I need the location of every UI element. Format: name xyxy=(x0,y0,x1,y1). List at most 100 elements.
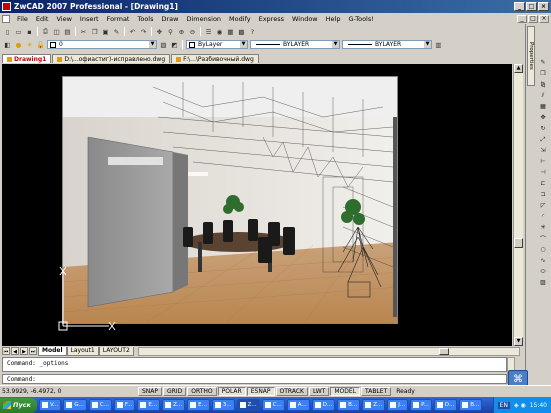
offset-icon[interactable]: ⫽ xyxy=(538,91,548,100)
doc-tab-razbivochny[interactable]: F:\...\Разбивочный.dwg xyxy=(171,54,259,63)
undo-icon[interactable]: ↶ xyxy=(128,27,137,36)
explode-icon[interactable]: ✳ xyxy=(538,223,548,232)
zoom-window-icon[interactable]: ⊕ xyxy=(177,27,186,36)
taskbar-item[interactable]: B... xyxy=(337,399,361,411)
plot-style-icon[interactable]: ▥ xyxy=(434,40,443,49)
prev-tab-icon[interactable]: ◀ xyxy=(11,347,19,355)
model-toggle[interactable]: MODEL xyxy=(330,386,361,396)
scroll-down-icon[interactable]: ▼ xyxy=(514,337,523,346)
taskbar-item[interactable]: D... xyxy=(433,399,458,411)
tray-icons[interactable]: ◈ ◉ xyxy=(514,402,526,409)
menu-view[interactable]: View xyxy=(52,15,75,23)
taskbar-item[interactable]: V... xyxy=(38,399,62,411)
first-tab-icon[interactable]: ⏮ xyxy=(2,347,10,355)
menu-express[interactable]: Express xyxy=(255,15,288,23)
match-properties-icon[interactable]: ✎ xyxy=(112,27,121,36)
taskbar-item[interactable]: B... xyxy=(459,399,483,411)
arc-icon[interactable]: ⌒ xyxy=(538,234,548,243)
taskbar-item[interactable]: F... xyxy=(113,399,136,411)
calculator-icon[interactable]: ▩ xyxy=(237,27,246,36)
properties-icon[interactable]: ☰ xyxy=(204,27,213,36)
start-button[interactable]: Пуск xyxy=(0,397,37,413)
vertical-scroll-thumb[interactable] xyxy=(514,238,523,248)
paste-icon[interactable]: ▣ xyxy=(101,27,110,36)
menu-help[interactable]: Help xyxy=(322,15,345,23)
menu-modify[interactable]: Modify xyxy=(225,15,255,23)
taskbar-item[interactable]: E... xyxy=(137,399,161,411)
properties-panel-tab[interactable]: Properties xyxy=(527,26,535,86)
lineweight-select[interactable]: BYLAYER ▼ xyxy=(342,40,432,49)
scroll-up-icon[interactable]: ▲ xyxy=(514,64,523,73)
vertical-scrollbar[interactable]: ▲ ▼ xyxy=(513,64,523,346)
taskbar-item[interactable]: P... xyxy=(410,399,432,411)
document-icon[interactable] xyxy=(2,14,10,23)
help-icon[interactable]: ? xyxy=(248,27,257,36)
extend-icon[interactable]: ⊣ xyxy=(538,168,548,177)
otrack-toggle[interactable]: OTRACK xyxy=(275,386,308,396)
app-icon[interactable] xyxy=(2,2,11,11)
menu-insert[interactable]: Insert xyxy=(76,15,103,23)
save-icon[interactable]: ▪ xyxy=(25,27,34,36)
break-icon[interactable]: ⊏ xyxy=(538,179,548,188)
ortho-toggle[interactable]: ORTHO xyxy=(187,386,217,396)
move-icon[interactable]: ✥ xyxy=(538,113,548,122)
doc-close-button[interactable]: × xyxy=(539,14,549,23)
make-current-layer-icon[interactable]: ▨ xyxy=(159,40,168,49)
copy-object-icon[interactable]: ❐ xyxy=(538,69,548,78)
model-space-canvas[interactable] xyxy=(2,64,512,346)
stretch-icon[interactable]: ⇲ xyxy=(538,146,548,155)
menu-edit[interactable]: Edit xyxy=(32,15,53,23)
last-tab-icon[interactable]: ⏭ xyxy=(29,347,37,355)
grid-toggle[interactable]: GRID xyxy=(163,386,187,396)
hatch-icon[interactable]: ▨ xyxy=(538,278,548,287)
taskbar-item[interactable]: C... xyxy=(88,399,112,411)
layer-lock-icon[interactable]: 🔓 xyxy=(36,40,45,49)
clock[interactable]: 15:40 xyxy=(530,402,547,409)
zoom-realtime-icon[interactable]: ⚲ xyxy=(166,27,175,36)
join-icon[interactable]: ⊐ xyxy=(538,190,548,199)
scale-icon[interactable]: ⤢ xyxy=(538,135,548,144)
layer-select[interactable]: 0 ▼ xyxy=(47,40,157,49)
menu-format[interactable]: Format xyxy=(103,15,134,23)
doc-tab-office[interactable]: D:\...офиастиг)-исправлено.dwg xyxy=(52,54,171,63)
coordinate-readout[interactable]: 53.9929, -6.4972, 0 xyxy=(0,388,138,395)
snap-toggle[interactable]: SNAP xyxy=(138,386,163,396)
design-center-icon[interactable]: ◉ xyxy=(215,27,224,36)
polar-toggle[interactable]: POLAR xyxy=(217,386,246,396)
doc-minimize-button[interactable]: _ xyxy=(517,14,527,23)
esnap-toggle[interactable]: ESNAP xyxy=(246,386,275,396)
taskbar-item[interactable]: C... xyxy=(261,399,285,411)
menu-tools[interactable]: Tools xyxy=(133,15,157,23)
publish-icon[interactable]: ▤ xyxy=(63,27,72,36)
doc-restore-button[interactable]: □ xyxy=(528,14,538,23)
print-icon[interactable]: ⎙ xyxy=(41,27,50,36)
mirror-icon[interactable]: ⧎ xyxy=(538,80,548,89)
taskbar-item[interactable]: D... xyxy=(311,399,336,411)
horizontal-scrollbar[interactable] xyxy=(137,346,520,356)
zoom-previous-icon[interactable]: ⊖ xyxy=(188,27,197,36)
taskbar-item[interactable]: 3... xyxy=(211,399,235,411)
cut-icon[interactable]: ✂ xyxy=(79,27,88,36)
trim-icon[interactable]: ⊢ xyxy=(538,157,548,166)
taskbar-item-active[interactable]: Z... xyxy=(236,399,260,411)
command-input[interactable]: Command: xyxy=(2,374,507,384)
fillet-icon[interactable]: ◜ xyxy=(538,212,548,221)
menu-dimension[interactable]: Dimension xyxy=(182,15,225,23)
language-indicator[interactable]: EN xyxy=(497,401,510,409)
color-select[interactable]: ByLayer ▼ xyxy=(186,40,248,49)
menu-g-tools[interactable]: G-Tools! xyxy=(344,15,377,23)
open-icon[interactable]: ▭ xyxy=(14,27,23,36)
layer-manager-icon[interactable]: ◧ xyxy=(3,40,12,49)
menu-draw[interactable]: Draw xyxy=(158,15,183,23)
pan-icon[interactable]: ✥ xyxy=(155,27,164,36)
layer-freeze-icon[interactable]: ☀ xyxy=(25,40,34,49)
tool-palettes-icon[interactable]: ▦ xyxy=(226,27,235,36)
lwt-toggle[interactable]: LWT xyxy=(308,386,330,396)
erase-icon[interactable]: ✎ xyxy=(538,58,548,67)
rotate-icon[interactable]: ↻ xyxy=(538,124,548,133)
ellipse-icon[interactable]: ⬭ xyxy=(538,267,548,276)
menu-window[interactable]: Window xyxy=(288,15,322,23)
horizontal-scroll-thumb[interactable] xyxy=(438,347,449,355)
new-icon[interactable]: ▯ xyxy=(3,27,12,36)
layer-on-icon[interactable]: ● xyxy=(14,40,23,49)
